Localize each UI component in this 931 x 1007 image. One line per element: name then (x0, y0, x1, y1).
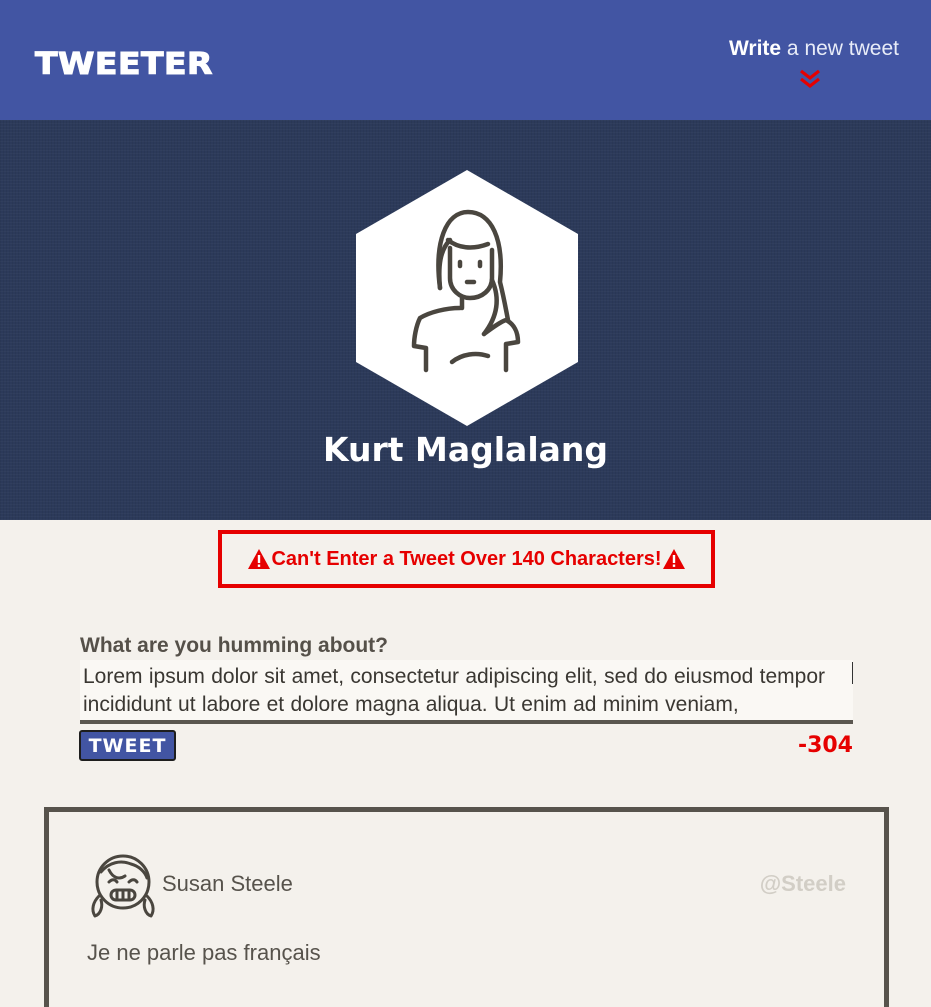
brand-logo[interactable]: TWEETER (34, 45, 213, 82)
write-link-bold: Write (728, 37, 782, 60)
character-counter: -304 (797, 733, 853, 758)
write-new-tweet-link[interactable]: Write a new tweet (729, 37, 899, 61)
tweet-button[interactable]: TWEET (79, 730, 176, 761)
tweet-author-handle[interactable]: @Steele (760, 871, 846, 897)
profile-name: Kurt Maglalang (322, 430, 609, 469)
alert-message: Can't Enter a Tweet Over 140 Characters! (271, 547, 662, 570)
girl-avatar-icon (91, 854, 155, 918)
woman-avatar-icon (356, 170, 578, 426)
tweet-text: Je ne parle pas français (87, 940, 321, 965)
double-chevron-down-icon[interactable] (798, 68, 822, 90)
tweet-card: Susan Steele @Steele Je ne parle pas fra… (44, 807, 889, 1007)
write-link-rest: a new tweet (781, 37, 899, 60)
warning-icon (248, 549, 271, 569)
profile-hero: Kurt Maglalang (0, 120, 931, 520)
warning-icon (662, 549, 685, 569)
character-limit-alert: Can't Enter a Tweet Over 140 Characters! (218, 530, 715, 588)
tweet-author-name: Susan Steele (162, 871, 293, 896)
top-nav-bar: TWEETER Write a new tweet (0, 0, 931, 120)
compose-label: What are you humming about? (80, 634, 388, 657)
tweet-textarea[interactable]: Lorem ipsum dolor sit amet, consectetur … (80, 660, 853, 724)
